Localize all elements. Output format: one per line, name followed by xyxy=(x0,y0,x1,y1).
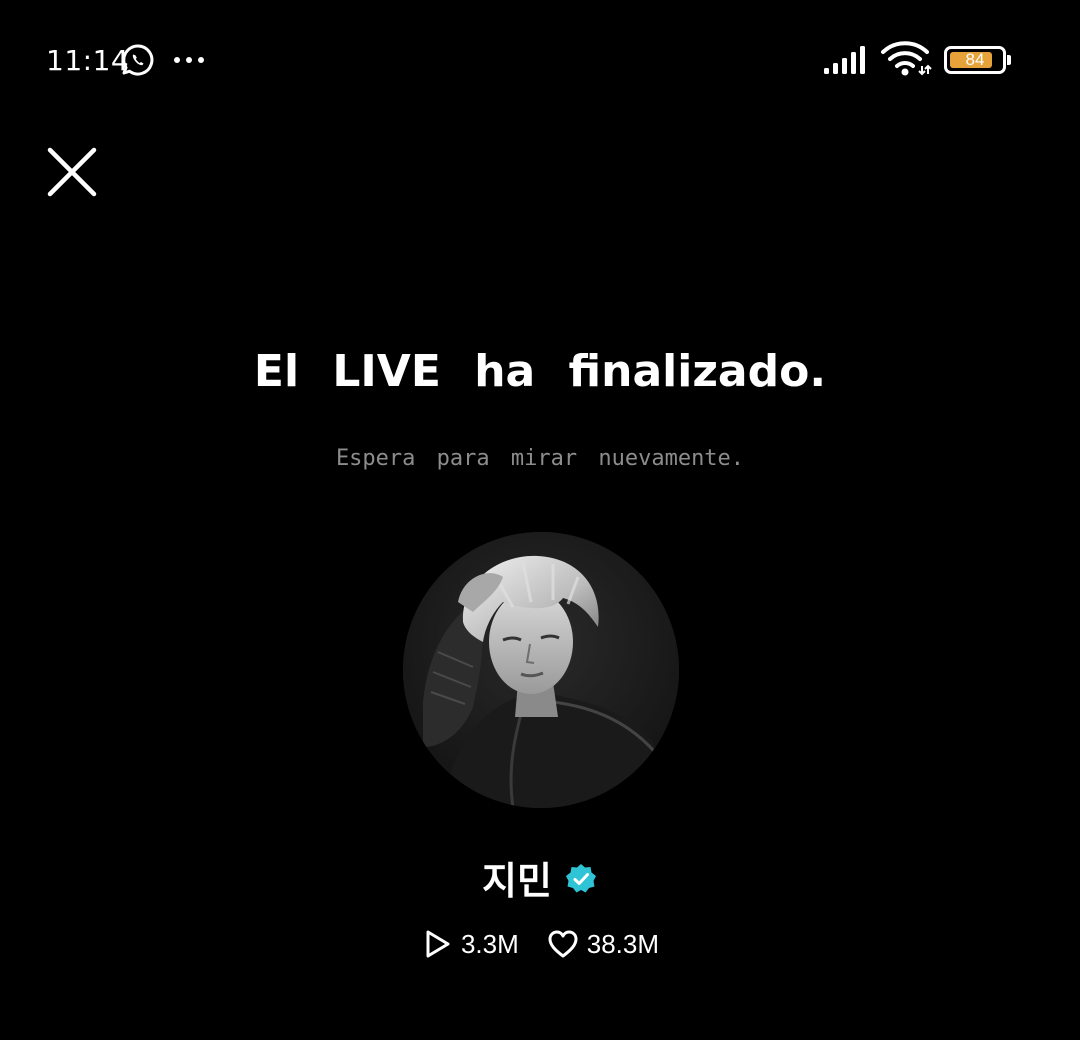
status-time: 11:14 xyxy=(46,44,130,77)
battery-icon: 84 xyxy=(944,46,1011,76)
plays-count: 3.3M xyxy=(460,928,519,959)
status-bar: 11:14 84 xyxy=(0,0,1080,120)
verified-badge-icon xyxy=(565,864,596,893)
avatar-image xyxy=(403,532,679,808)
profile-name[interactable]: 지민 xyxy=(482,850,552,905)
battery-level: 84 xyxy=(965,50,985,69)
avatar[interactable] xyxy=(403,532,679,808)
play-icon xyxy=(426,930,450,958)
likes-count: 38.3M xyxy=(586,928,660,959)
live-ended-title: El LIVE ha finalizado. xyxy=(253,346,827,397)
close-icon xyxy=(47,147,97,197)
stats-row: 3.3M 38.3M xyxy=(0,922,1080,966)
more-icon xyxy=(174,57,204,63)
wifi-icon xyxy=(881,41,932,76)
live-ended-subtitle: Espera para mirar nuevamente. xyxy=(335,446,745,471)
plays-stat: 3.3M xyxy=(421,928,519,960)
signal-icon xyxy=(824,46,865,74)
heart-icon xyxy=(548,930,578,958)
profile-name-row: 지민 xyxy=(0,850,1080,905)
likes-stat: 38.3M xyxy=(547,928,659,960)
whatsapp-icon xyxy=(122,44,154,76)
close-button[interactable] xyxy=(40,140,104,204)
battery-cap xyxy=(1007,55,1011,65)
